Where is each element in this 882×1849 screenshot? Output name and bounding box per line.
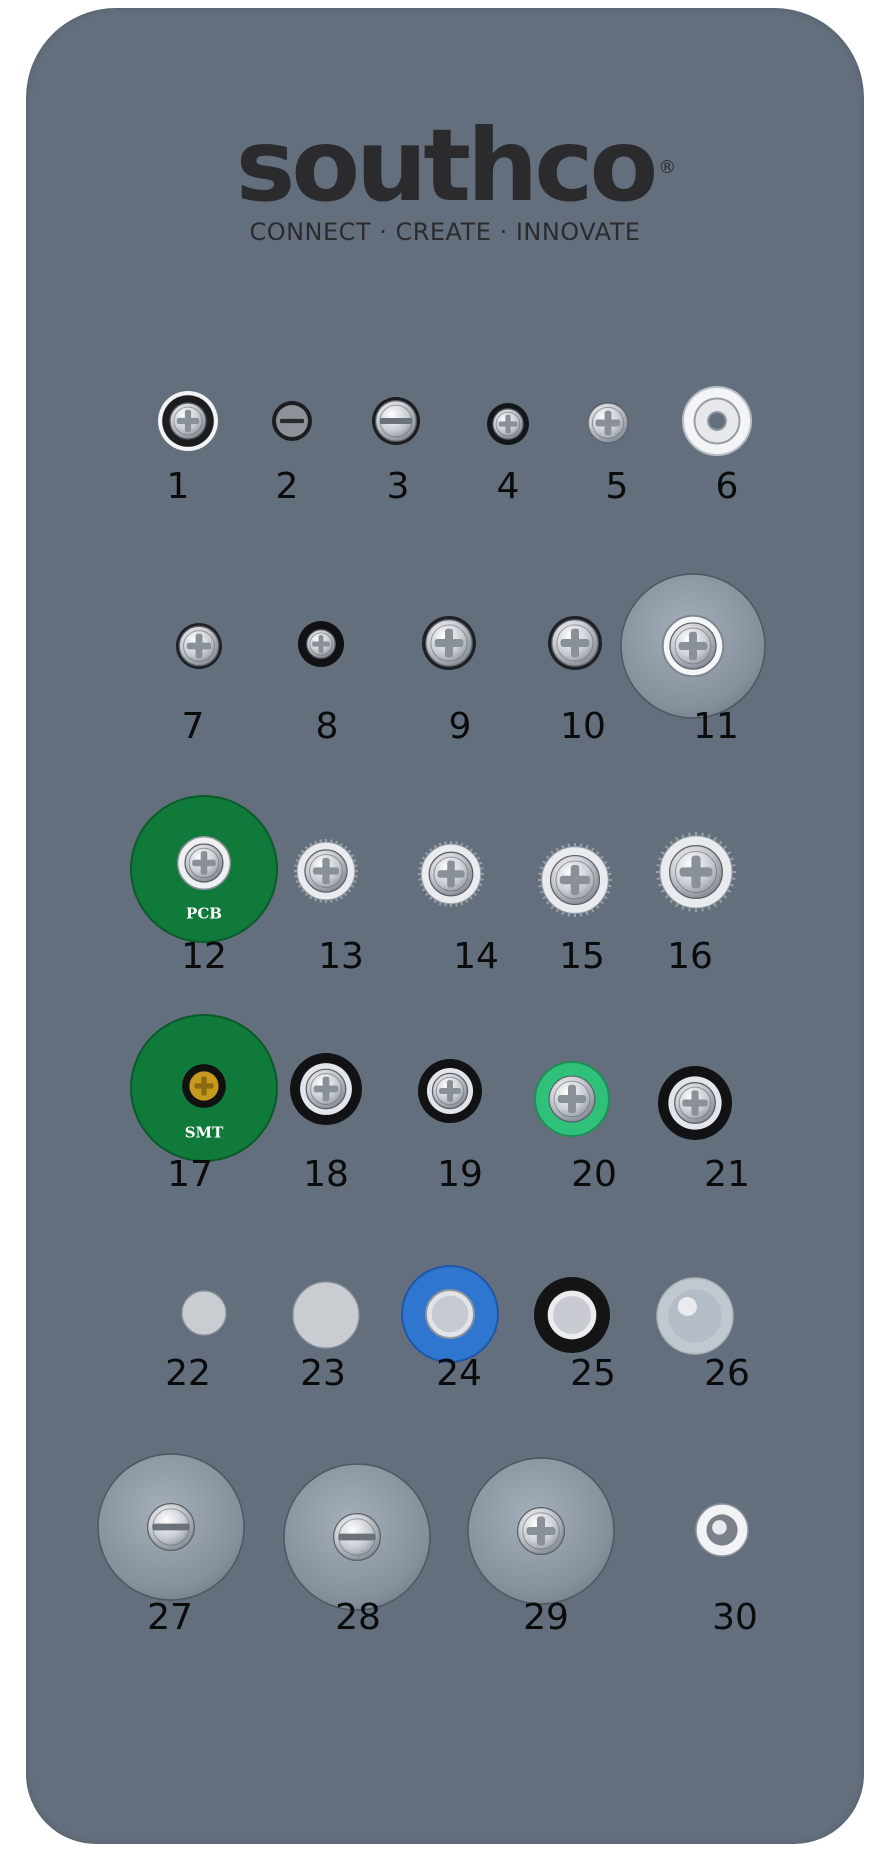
part-number-label: 24 — [436, 1353, 482, 1394]
phillips-screw-knurled-icon — [288, 833, 364, 909]
part-number-label: 19 — [437, 1154, 483, 1195]
part-number-label: 1 — [166, 466, 190, 507]
washer-ring-icon — [677, 381, 757, 461]
part-number-label: 2 — [275, 466, 299, 507]
part-number-label: 18 — [303, 1154, 349, 1195]
phillips-screw-icon — [170, 617, 228, 675]
blue-collar-disc-icon — [396, 1260, 504, 1368]
phillips-screw-black-collar-icon — [652, 1060, 738, 1146]
logo-wordmark: southco ® — [235, 107, 677, 224]
phillips-screw-small-icon — [582, 397, 634, 449]
slotted-screw-clear-plate-icon — [278, 1458, 436, 1616]
slotted-screw-icon — [366, 391, 426, 451]
part-number-label: 4 — [496, 466, 520, 507]
small-ring-screw-icon — [690, 1498, 754, 1562]
phillips-screw-small-icon — [481, 397, 535, 451]
part-number-label: 23 — [300, 1353, 346, 1394]
registered-mark: ® — [658, 157, 677, 178]
part-number-label: 11 — [693, 706, 739, 747]
part-number-label: 3 — [386, 466, 410, 507]
part-number-label: 17 — [167, 1154, 213, 1195]
part-number-label: 21 — [704, 1154, 750, 1195]
smt-green-disc-screw-icon: SMT — [125, 1009, 283, 1167]
plain-disc-small-icon — [176, 1285, 232, 1341]
phillips-screw-knurled-icon — [412, 835, 490, 913]
pcb-green-disc-screw-icon: PCB — [125, 790, 283, 948]
smt-disc-label: SMT — [185, 1124, 224, 1142]
part-number-label: 30 — [712, 1597, 758, 1638]
phillips-screw-black-collar-icon — [284, 1047, 368, 1131]
part-number-label: 9 — [448, 706, 472, 747]
part-number-label: 15 — [559, 936, 605, 977]
phillips-screw-knurled-icon — [532, 837, 618, 923]
part-number-label: 6 — [715, 466, 739, 507]
phillips-screw-clear-plate-icon — [462, 1452, 620, 1610]
phillips-screw-icon — [416, 610, 482, 676]
pcb-disc-label: PCB — [186, 905, 222, 923]
part-number-label: 10 — [560, 706, 606, 747]
phillips-screw-icon — [542, 610, 608, 676]
part-number-label: 16 — [667, 936, 713, 977]
black-collar-disc-icon — [528, 1271, 616, 1359]
phillips-screw-black-icon — [292, 615, 350, 673]
part-number-label: 5 — [605, 466, 629, 507]
phillips-screw-black-ring-icon — [152, 385, 224, 457]
plain-disc-icon — [287, 1276, 365, 1354]
phillips-screw-black-collar-icon — [412, 1053, 488, 1129]
part-number-label: 14 — [453, 936, 499, 977]
clear-dome-cap-icon — [651, 1272, 739, 1360]
phillips-screw-green-collar-icon — [529, 1056, 615, 1142]
part-number-label: 13 — [318, 936, 364, 977]
southco-logo: southco ® — [26, 116, 864, 216]
phillips-screw-large-plate-icon — [615, 568, 771, 724]
part-number-label: 26 — [704, 1353, 750, 1394]
part-number-label: 25 — [570, 1353, 616, 1394]
slotted-screw-clear-plate-icon — [92, 1448, 250, 1606]
part-number-label: 20 — [571, 1154, 617, 1195]
brand-tagline: CONNECT · CREATE · INNOVATE — [249, 218, 641, 246]
part-number-label: 28 — [335, 1597, 381, 1638]
part-number-label: 7 — [181, 706, 205, 747]
part-number-label: 22 — [165, 1353, 211, 1394]
phillips-screw-knurled-icon — [650, 826, 742, 918]
slotted-screw-small-icon — [266, 395, 318, 447]
part-number-label: 27 — [147, 1597, 193, 1638]
part-number-label: 8 — [315, 706, 339, 747]
part-number-label: 29 — [523, 1597, 569, 1638]
part-number-label: 12 — [181, 936, 227, 977]
